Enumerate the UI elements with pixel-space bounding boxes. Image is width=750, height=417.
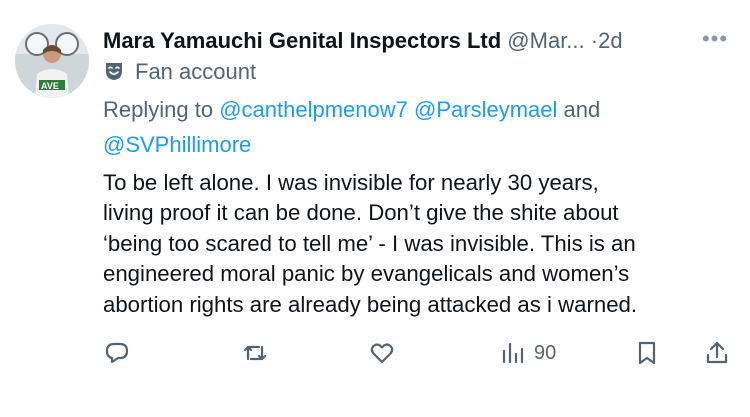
action-bar: 90	[0, 336, 750, 370]
account-label: Fan account	[103, 57, 256, 87]
tweet-text: To be left alone. I was invisible for ne…	[103, 168, 743, 320]
views-button[interactable]: 90	[500, 336, 556, 370]
tweet-header: Mara Yamauchi Genital Inspectors Ltd @Ma…	[103, 26, 743, 56]
replying-and: and	[563, 97, 601, 122]
tweet-text-line: living proof it can be done. Don’t give …	[103, 200, 619, 226]
more-options-button[interactable]: •••	[698, 28, 732, 50]
theater-mask-icon	[106, 63, 122, 80]
bookmark-button[interactable]	[634, 336, 660, 370]
tweet: AVE Mara Yamauchi Genital Inspectors Ltd…	[0, 0, 750, 417]
mention-link[interactable]: @Parsleymael	[414, 97, 557, 122]
user-handle[interactable]: @Mar...	[507, 28, 584, 53]
retweet-icon	[243, 345, 267, 361]
heart-icon	[370, 343, 394, 364]
mention-link[interactable]: @SVPhillimore	[103, 132, 251, 157]
tweet-text-line: engineered moral panic by evangelicals a…	[103, 261, 630, 287]
display-name[interactable]: Mara Yamauchi Genital Inspectors Ltd	[103, 28, 501, 53]
bookmark-icon	[638, 341, 656, 365]
more-horizontal-icon: •••	[701, 26, 729, 51]
tweet-text-line: To be left alone. I was invisible for ne…	[103, 170, 599, 195]
views-count: 90	[534, 341, 557, 364]
timestamp[interactable]: 2d	[598, 28, 622, 53]
mention-link[interactable]: @canthelpmenow7	[219, 97, 408, 122]
share-upload-icon	[706, 341, 728, 364]
reply-bubble-icon	[105, 342, 129, 364]
share-button[interactable]	[704, 336, 730, 370]
account-label-text: Fan account	[135, 59, 257, 84]
avatar[interactable]: AVE	[15, 24, 89, 98]
separator-dot: ·	[590, 28, 599, 53]
views-bar-chart-icon	[502, 342, 524, 364]
reply-button[interactable]	[104, 336, 130, 370]
tweet-text-line: ‘being too scared to tell me’ - I was in…	[103, 230, 636, 256]
svg-text:AVE: AVE	[41, 81, 59, 91]
tweet-text-line: abortion rights are already being attack…	[103, 291, 638, 317]
replying-prefix: Replying to	[103, 97, 214, 122]
like-button[interactable]	[369, 336, 395, 370]
retweet-button[interactable]	[242, 336, 268, 370]
replying-to: Replying to @canthelpmenow7 @Parsleymael…	[103, 92, 703, 162]
